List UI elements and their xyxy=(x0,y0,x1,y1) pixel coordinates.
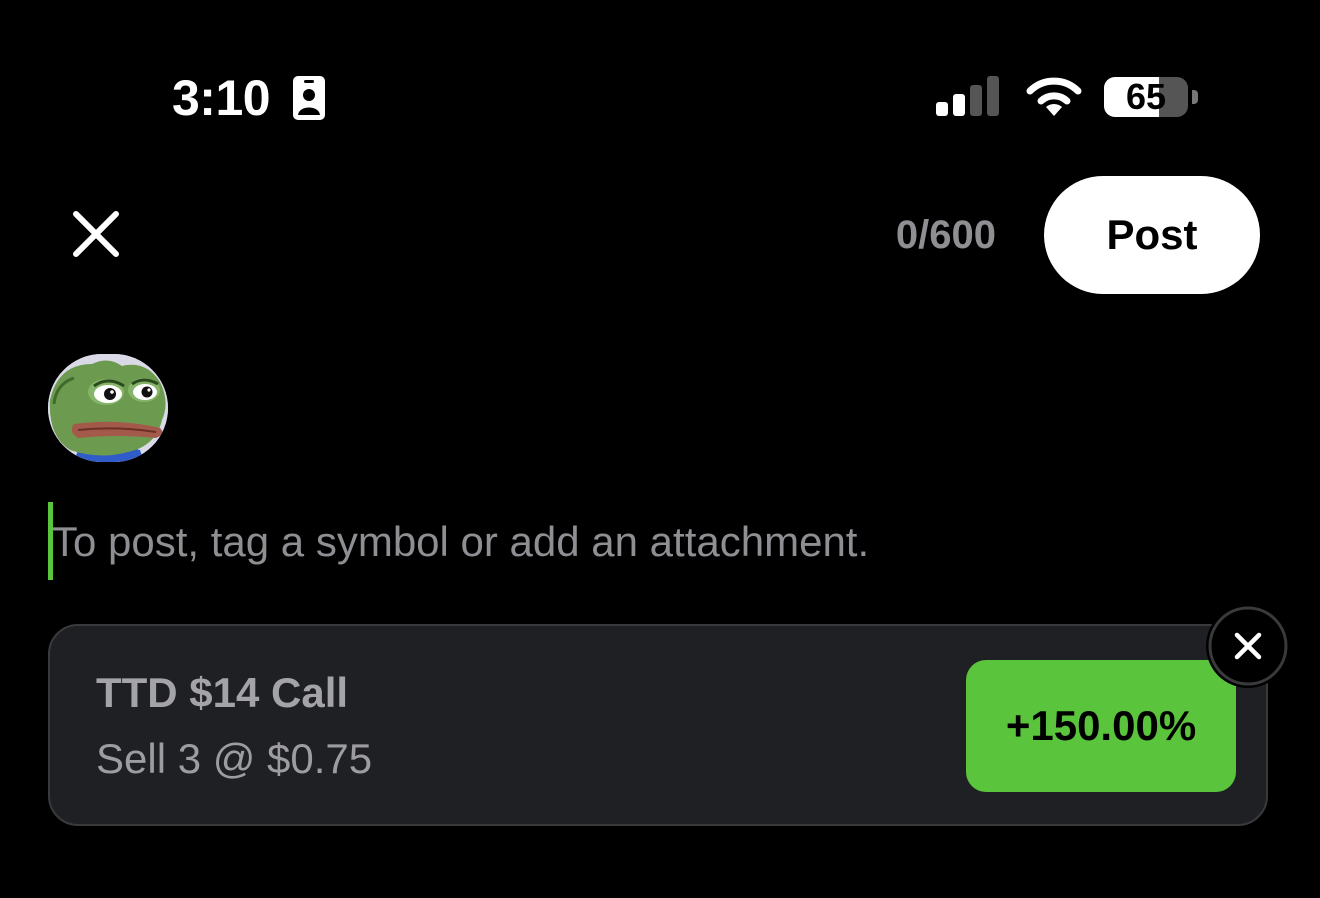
close-icon xyxy=(1208,606,1288,686)
post-composer-input[interactable] xyxy=(52,510,1252,574)
close-icon xyxy=(73,211,119,257)
post-button[interactable]: Post xyxy=(1044,176,1260,294)
remove-attachment-button[interactable] xyxy=(1206,604,1290,688)
character-counter: 0/600 xyxy=(895,213,996,257)
close-button[interactable] xyxy=(66,204,126,264)
id-card-icon xyxy=(293,76,325,120)
percent-change-badge: +150.00% xyxy=(966,660,1236,792)
battery-icon: 65 xyxy=(1104,77,1198,117)
avatar[interactable] xyxy=(48,354,168,462)
wifi-icon xyxy=(1026,77,1082,116)
battery-level: 65 xyxy=(1125,77,1167,117)
attachment-subtitle: Sell 3 @ $0.75 xyxy=(96,735,373,782)
status-time: 3:10 xyxy=(172,70,271,126)
frog-avatar-image xyxy=(48,354,168,462)
attachment-title: TTD $14 Call xyxy=(96,669,349,716)
cellular-signal-icon xyxy=(936,76,999,116)
